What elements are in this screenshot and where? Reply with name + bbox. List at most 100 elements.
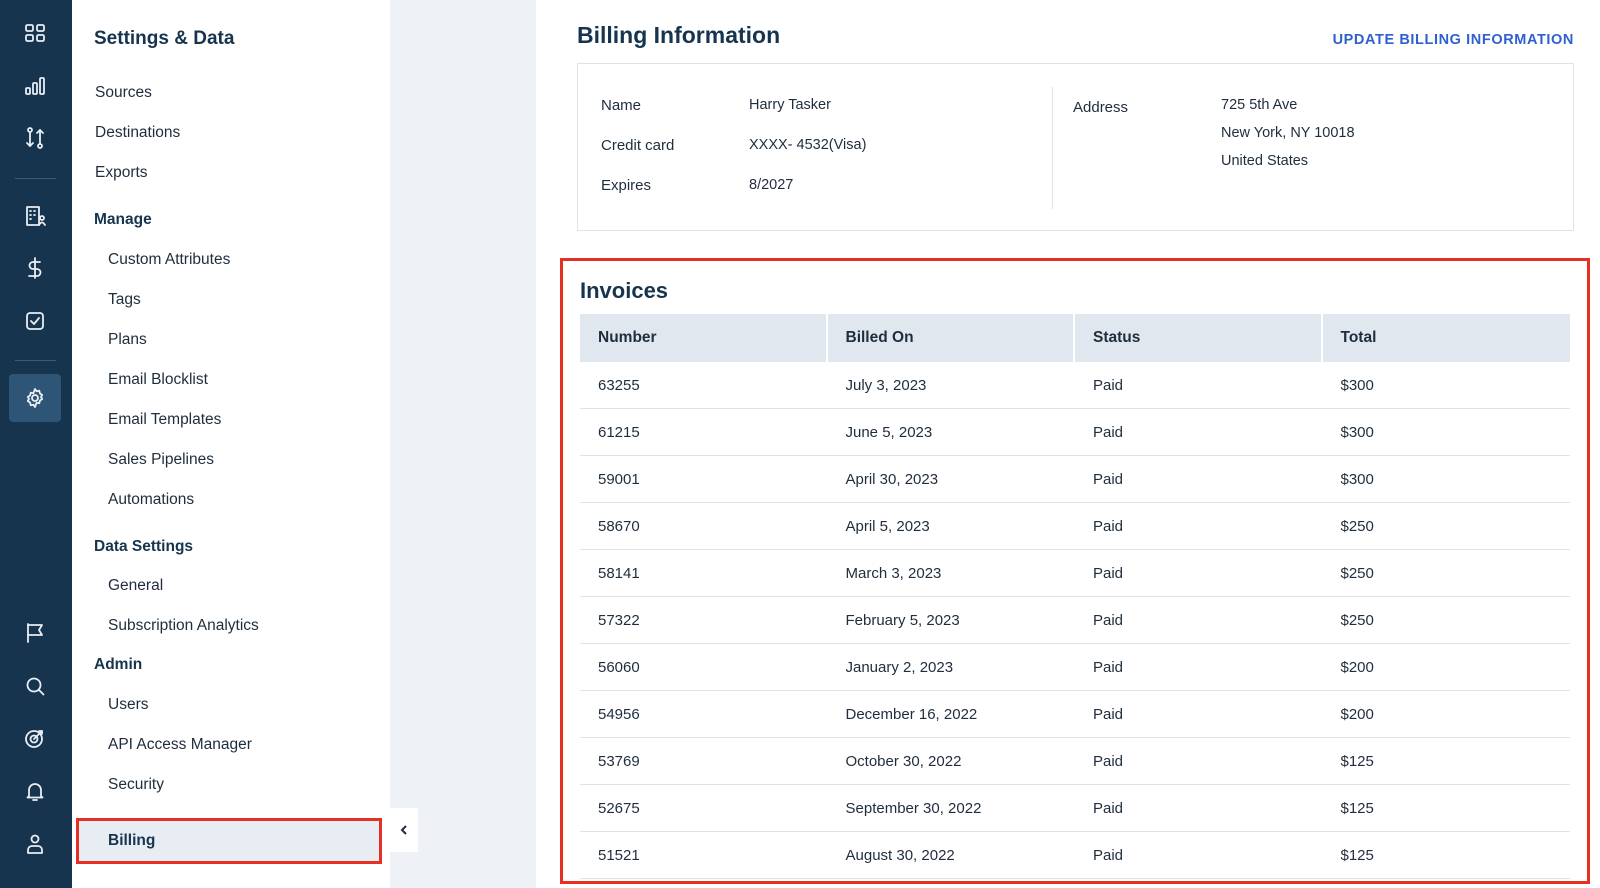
column-header-billed-on[interactable]: Billed On (828, 314, 1075, 362)
invoice-total: $250 (1340, 611, 1374, 629)
invoice-number: 59001 (598, 470, 640, 488)
invoice-status: Paid (1093, 376, 1124, 394)
invoice-number: 53769 (598, 752, 640, 770)
bar-chart-icon[interactable] (9, 62, 61, 110)
billed-on: June 5, 2023 (845, 423, 933, 441)
sidebar-item-sales-pipelines[interactable]: Sales Pipelines (108, 451, 214, 469)
sidebar-item-sources[interactable]: Sources (95, 84, 152, 102)
sidebar-item-label: Billing (108, 832, 156, 849)
dollar-icon[interactable] (9, 244, 61, 292)
billed-on: January 2, 2023 (845, 658, 954, 676)
sidebar-gutter (390, 0, 536, 888)
collapse-sidebar-button[interactable] (390, 808, 418, 852)
page-title: Billing Information (577, 22, 781, 48)
invoices-table: Number Billed On Status Total 63255 July … (580, 314, 1570, 879)
column-header-status[interactable]: Status (1075, 314, 1323, 362)
sidebar-title: Settings & Data (94, 28, 235, 49)
invoice-total: $300 (1340, 376, 1374, 394)
billed-on: July 3, 2023 (845, 376, 927, 394)
section-data-settings: Data Settings (94, 538, 194, 555)
table-row[interactable]: 52675 September 30, 2022 Paid $125 (580, 785, 1570, 832)
column-header-total[interactable]: Total (1323, 314, 1571, 362)
sidebar-item-exports[interactable]: Exports (95, 164, 148, 182)
sidebar-item-email-templates[interactable]: Email Templates (108, 411, 221, 429)
settings-sidebar: Settings & Data Sources Destinations Exp… (72, 0, 390, 888)
update-billing-link[interactable]: UPDATE BILLING INFORMATION (1333, 32, 1574, 48)
table-row[interactable]: 56060 January 2, 2023 Paid $200 (580, 644, 1570, 691)
address-line-1: 725 5th Ave (1221, 97, 1298, 113)
invoice-number: 63255 (598, 376, 640, 394)
invoice-status: Paid (1093, 564, 1124, 582)
invoice-number: 51521 (598, 846, 640, 864)
table-row[interactable]: 57322 February 5, 2023 Paid $250 (580, 597, 1570, 644)
billed-on: April 5, 2023 (845, 517, 930, 535)
user-icon[interactable] (9, 820, 61, 868)
table-row[interactable]: 58141 March 3, 2023 Paid $250 (580, 550, 1570, 597)
address-label: Address (1073, 99, 1129, 116)
sidebar-item-plans[interactable]: Plans (108, 331, 147, 349)
sidebar-item-billing[interactable]: Billing (76, 818, 382, 864)
sidebar-item-security[interactable]: Security (108, 776, 164, 794)
credit-card-label: Credit card (601, 137, 675, 154)
invoice-number: 52675 (598, 799, 640, 817)
sidebar-item-users[interactable]: Users (108, 696, 148, 714)
search-icon[interactable] (9, 662, 61, 710)
invoice-number: 58141 (598, 564, 640, 582)
table-row[interactable]: 54956 December 16, 2022 Paid $200 (580, 691, 1570, 738)
invoice-total: $125 (1340, 799, 1374, 817)
invoice-number: 57322 (598, 611, 640, 629)
invoice-total: $200 (1340, 658, 1374, 676)
sidebar-item-general[interactable]: General (108, 577, 163, 595)
settings-icon[interactable] (9, 374, 61, 422)
invoice-number: 58670 (598, 517, 640, 535)
invoice-status: Paid (1093, 423, 1124, 441)
sidebar-item-destinations[interactable]: Destinations (95, 124, 180, 142)
invoice-total: $200 (1340, 705, 1374, 723)
grid-icon[interactable] (9, 9, 61, 57)
billed-on: April 30, 2023 (845, 470, 939, 488)
sidebar-item-custom-attributes[interactable]: Custom Attributes (108, 251, 230, 269)
invoice-number: 54956 (598, 705, 640, 723)
flag-icon[interactable] (9, 609, 61, 657)
invoice-total: $300 (1340, 423, 1374, 441)
table-row[interactable]: 59001 April 30, 2023 Paid $300 (580, 456, 1570, 503)
table-row[interactable]: 63255 July 3, 2023 Paid $300 (580, 362, 1570, 409)
sidebar-item-api-access-manager[interactable]: API Access Manager (108, 736, 252, 754)
main-content: Billing Information UPDATE BILLING INFOR… (536, 0, 1600, 888)
icon-rail (0, 0, 72, 888)
billed-on: October 30, 2022 (845, 752, 962, 770)
invoice-number: 61215 (598, 423, 640, 441)
invoice-status: Paid (1093, 611, 1124, 629)
section-manage: Manage (94, 211, 152, 228)
invoice-total: $125 (1340, 846, 1374, 864)
table-row[interactable]: 61215 June 5, 2023 Paid $300 (580, 409, 1570, 456)
rail-divider (15, 178, 56, 179)
invoice-status: Paid (1093, 752, 1124, 770)
table-row[interactable]: 53769 October 30, 2022 Paid $125 (580, 738, 1570, 785)
name-label: Name (601, 97, 642, 114)
checkbox-icon[interactable] (9, 297, 61, 345)
sidebar-item-tags[interactable]: Tags (108, 291, 141, 309)
sidebar-item-email-blocklist[interactable]: Email Blocklist (108, 371, 208, 389)
invoice-status: Paid (1093, 658, 1124, 676)
target-icon[interactable] (9, 714, 61, 762)
chevron-left-icon (400, 825, 407, 835)
sidebar-item-subscription-analytics[interactable]: Subscription Analytics (108, 617, 259, 635)
address-line-2: New York, NY 10018 (1221, 125, 1355, 141)
rail-divider (15, 360, 56, 361)
invoice-status: Paid (1093, 705, 1124, 723)
sidebar-item-automations[interactable]: Automations (108, 491, 194, 509)
flow-icon[interactable] (9, 114, 61, 162)
table-row[interactable]: 58670 April 5, 2023 Paid $250 (580, 503, 1570, 550)
column-header-number[interactable]: Number (580, 314, 828, 362)
address-line-3: United States (1221, 153, 1309, 169)
billed-on: September 30, 2022 (845, 799, 982, 817)
building-icon[interactable] (9, 192, 61, 240)
table-row[interactable]: 51521 August 30, 2022 Paid $125 (580, 832, 1570, 879)
invoice-total: $300 (1340, 470, 1374, 488)
invoices-section: Invoices Number Billed On Status Total 6… (560, 258, 1590, 884)
bell-icon[interactable] (9, 767, 61, 815)
table-header: Number Billed On Status Total (580, 314, 1570, 362)
invoice-status: Paid (1093, 517, 1124, 535)
section-admin: Admin (94, 656, 143, 673)
